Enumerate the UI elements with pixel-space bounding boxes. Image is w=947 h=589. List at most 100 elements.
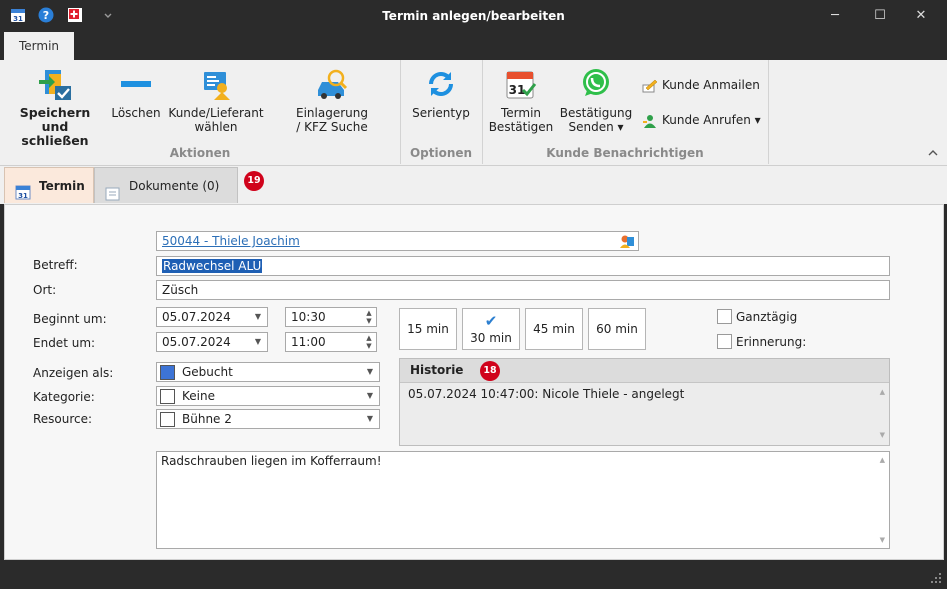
start-time-value: 10:30 [291,310,326,324]
resource-value: Bühne 2 [182,412,232,426]
group-label-notify: Kunde Benachrichtigen [546,146,704,160]
reminder-label: Erinnerung: [736,335,807,349]
check-icon: ✔ [484,312,498,330]
scroll-down-icon[interactable]: ▼ [880,536,885,544]
send-confirm-label-1: Bestätigung [559,106,633,120]
notes-value: Radschrauben liegen im Kofferraum! [161,454,382,468]
resize-grip-icon[interactable] [930,572,942,584]
history-header: Historie 18 [400,359,889,383]
call-customer-button[interactable]: Kunde Anrufen ▾ [642,109,764,131]
category-label: Kategorie: [33,390,95,404]
whatsapp-icon [583,69,609,96]
history-title: Historie [410,363,464,377]
end-date-input[interactable]: 05.07.2024 ▼ [156,332,268,352]
duration-60-button[interactable]: 60 min [588,308,646,350]
end-time-input[interactable]: 11:00 ▲ ▼ [285,332,377,352]
save-close-icon [39,70,71,100]
series-type-button[interactable]: Serientyp [404,64,478,144]
scroll-up-icon[interactable]: ▲ [880,388,885,396]
window-title: Termin anlegen/bearbeiten [382,9,565,23]
select-customer-label-1: Kunde/Lieferant [168,106,264,120]
category-value: Keine [182,389,215,403]
calendar-icon: 31 [15,178,31,200]
chevron-down-icon[interactable]: ▼ [255,333,261,351]
document-tabs: 31 Termin Dokumente (0) 19 [0,166,947,204]
delete-button[interactable]: Löschen [108,64,164,144]
confirm-appointment-button[interactable]: 31 Termin Bestätigen [486,64,556,144]
pencil-mail-icon [642,78,658,94]
confirm-label-2: Bestätigen [488,120,554,134]
calendar-check-icon: 31 [506,71,537,99]
subject-value: Radwechsel ALU [162,259,263,273]
category-select[interactable]: Keine ▼ [156,386,380,406]
chevron-down-icon[interactable]: ▼ [255,308,261,326]
recurrence-icon [429,72,453,96]
start-date-input[interactable]: 05.07.2024 ▼ [156,307,268,327]
title-bar: Termin anlegen/bearbeiten 31 ? ─ ☐ ✕ [0,0,947,32]
ribbon-tab-termin[interactable]: Termin [4,32,74,60]
customer-card-icon[interactable] [619,233,635,249]
customer-link[interactable]: 50044 - Thiele Joachim [162,234,300,248]
ribbon-tab-row: Termin [0,32,947,60]
mail-customer-button[interactable]: Kunde Anmailen [642,74,764,96]
subject-input[interactable]: Radwechsel ALU [156,256,890,276]
save-and-close-button[interactable]: Speichern und schließen [6,64,104,148]
swiss-flag-icon[interactable] [67,7,83,23]
customer-card-icon [204,72,230,100]
ribbon: Speichern und schließen Löschen Kunde/Li… [0,60,947,166]
call-customer-label: Kunde Anrufen ▾ [662,113,761,127]
history-panel: Historie 18 05.07.2024 10:47:00: Nicole … [399,358,890,446]
phone-person-icon [642,113,658,129]
duration-30-button[interactable]: ✔ 30 min [462,308,520,350]
chevron-down-icon[interactable]: ▼ [367,363,373,381]
chevron-down-icon[interactable]: ▼ [367,410,373,428]
minus-icon [121,81,151,87]
maximize-button[interactable]: ☐ [857,0,903,32]
calendar-icon[interactable]: 31 [10,7,26,23]
tab-termin-label: Termin [39,179,85,193]
duration-45-button[interactable]: 45 min [525,308,583,350]
car-search-icon [318,69,348,99]
history-badge: 18 [480,361,500,381]
customer-link-field[interactable]: 50044 - Thiele Joachim [156,231,639,251]
location-input[interactable]: Züsch [156,280,890,300]
quick-access-dropdown-icon[interactable] [103,9,113,19]
group-label-actions: Aktionen [169,146,231,160]
all-day-checkbox[interactable] [717,309,732,324]
show-as-select[interactable]: Gebucht ▼ [156,362,380,382]
calendar-icon-day: 31 [13,15,23,23]
resource-select[interactable]: Bühne 2 ▼ [156,409,380,429]
documents-badge: 19 [244,171,264,191]
send-confirm-label-2: Senden ▾ [568,120,624,134]
help-icon-glyph: ? [43,9,49,22]
storage-vehicle-search-button[interactable]: Einlagerung / KFZ Suche [286,64,378,144]
select-customer-button[interactable]: Kunde/Lieferant wählen [168,64,264,144]
start-time-input[interactable]: 10:30 ▲ ▼ [285,307,377,327]
calendar-check-day: 31 [509,83,526,97]
notes-textarea[interactable]: Radschrauben liegen im Kofferraum! ▲ ▼ [156,451,890,549]
start-label: Beginnt um: [33,312,107,326]
close-button[interactable]: ✕ [898,0,944,32]
reminder-checkbox[interactable] [717,334,732,349]
help-icon[interactable]: ? [38,7,54,23]
category-color-swatch [160,389,175,404]
mail-customer-label: Kunde Anmailen [662,78,760,92]
group-label-options: Optionen [409,146,473,160]
storage-label-1: Einlagerung [296,106,368,120]
time-spinner-icon[interactable]: ▲ ▼ [364,309,374,325]
series-type-label: Serientyp [412,106,470,120]
time-spinner-icon[interactable]: ▲ ▼ [364,334,374,350]
subject-label: Betreff: [33,258,78,272]
chevron-down-icon[interactable]: ▼ [367,387,373,405]
scroll-up-icon[interactable]: ▲ [880,456,885,464]
location-label: Ort: [33,283,57,297]
tab-documents[interactable]: Dokumente (0) [94,167,238,203]
appointment-form: 50044 - Thiele Joachim Betreff: Radwechs… [4,204,944,560]
ribbon-collapse-icon[interactable] [926,146,940,160]
resource-label: Resource: [33,412,93,426]
send-confirmation-button[interactable]: Bestätigung Senden ▾ [558,64,634,144]
duration-15-button[interactable]: 15 min [399,308,457,350]
tab-termin[interactable]: 31 Termin [4,167,94,203]
scroll-down-icon[interactable]: ▼ [880,431,885,439]
minimize-button[interactable]: ─ [812,0,858,32]
